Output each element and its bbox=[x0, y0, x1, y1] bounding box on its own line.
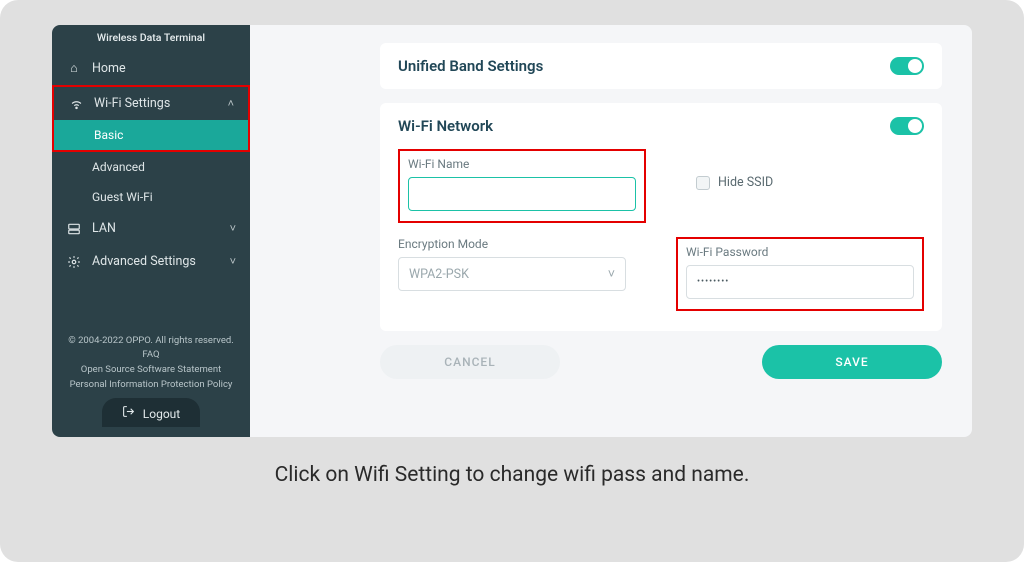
form-actions: CANCEL SAVE bbox=[380, 345, 942, 379]
encryption-value: WPA2-PSK bbox=[409, 267, 469, 282]
card-wifi-network: Wi-Fi Network Wi-Fi Name Hide SSID bbox=[380, 103, 942, 331]
encryption-label: Encryption Mode bbox=[398, 237, 626, 251]
footer-oss-link[interactable]: Open Source Software Statement bbox=[60, 363, 242, 378]
hide-ssid-label: Hide SSID bbox=[718, 175, 773, 190]
highlight-wifi-name: Wi-Fi Name bbox=[398, 149, 646, 223]
brand-subtitle: Wireless Data Terminal bbox=[52, 25, 250, 52]
hide-ssid-checkbox[interactable] bbox=[696, 176, 710, 190]
wifi-name-label: Wi-Fi Name bbox=[408, 157, 636, 171]
gear-icon bbox=[66, 255, 82, 269]
nav-lan[interactable]: LAN ˅ bbox=[52, 212, 250, 245]
chevron-down-icon: ˅ bbox=[608, 267, 615, 282]
nav-advanced-label: Advanced Settings bbox=[92, 254, 196, 269]
app-window: Wireless Data Terminal ⌂ Home Wi-Fi Sett… bbox=[52, 25, 972, 437]
chevron-down-icon: ˅ bbox=[230, 222, 236, 235]
chevron-down-icon: ˅ bbox=[230, 255, 236, 268]
card-unified-band: Unified Band Settings bbox=[380, 43, 942, 89]
logout-icon bbox=[122, 405, 135, 424]
main-content: Unified Band Settings Wi-Fi Network Wi-F… bbox=[250, 25, 972, 437]
nav-advanced-settings[interactable]: Advanced Settings ˅ bbox=[52, 245, 250, 278]
highlight-wifi-section: Wi-Fi Settings ˄ Basic bbox=[52, 85, 250, 152]
logout-button[interactable]: Logout bbox=[102, 398, 200, 427]
hide-ssid-row[interactable]: Hide SSID bbox=[696, 175, 924, 190]
wifi-icon bbox=[68, 96, 84, 111]
wifi-password-input[interactable]: •••••••• bbox=[686, 265, 914, 299]
encryption-select[interactable]: WPA2-PSK ˅ bbox=[398, 257, 626, 291]
wifi-network-title: Wi-Fi Network bbox=[398, 117, 493, 135]
nav-wifi-advanced[interactable]: Advanced bbox=[52, 152, 250, 182]
wifi-password-label: Wi-Fi Password bbox=[686, 245, 914, 259]
highlight-wifi-password: Wi-Fi Password •••••••• bbox=[676, 237, 924, 311]
nav-home-label: Home bbox=[92, 61, 126, 76]
sidebar: Wireless Data Terminal ⌂ Home Wi-Fi Sett… bbox=[52, 25, 250, 437]
nav-wifi-settings[interactable]: Wi-Fi Settings ˄ bbox=[54, 87, 248, 120]
save-button[interactable]: SAVE bbox=[762, 345, 942, 379]
logout-label: Logout bbox=[143, 405, 180, 424]
footer-privacy-link[interactable]: Personal Information Protection Policy bbox=[60, 378, 242, 393]
nav-wifi-guest[interactable]: Guest Wi-Fi bbox=[52, 182, 250, 212]
wifi-password-value: •••••••• bbox=[697, 277, 729, 287]
footer-copyright: © 2004-2022 OPPO. All rights reserved. bbox=[60, 334, 242, 349]
lan-icon bbox=[66, 222, 82, 236]
nav-lan-label: LAN bbox=[92, 221, 116, 236]
nav-wifi-label: Wi-Fi Settings bbox=[94, 96, 170, 111]
home-icon: ⌂ bbox=[66, 61, 82, 76]
instruction-caption: Click on Wifi Setting to change wifi pas… bbox=[25, 463, 999, 487]
nav-home[interactable]: ⌂ Home bbox=[52, 52, 250, 85]
cancel-button[interactable]: CANCEL bbox=[380, 345, 560, 379]
nav-wifi-basic[interactable]: Basic bbox=[54, 120, 248, 150]
wifi-name-input[interactable] bbox=[408, 177, 636, 211]
unified-band-title: Unified Band Settings bbox=[398, 57, 543, 75]
chevron-up-icon: ˄ bbox=[228, 97, 234, 110]
wifi-network-toggle[interactable] bbox=[890, 117, 924, 135]
footer-faq-link[interactable]: FAQ bbox=[60, 348, 242, 363]
sidebar-footer: © 2004-2022 OPPO. All rights reserved. F… bbox=[52, 324, 250, 437]
unified-band-toggle[interactable] bbox=[890, 57, 924, 75]
